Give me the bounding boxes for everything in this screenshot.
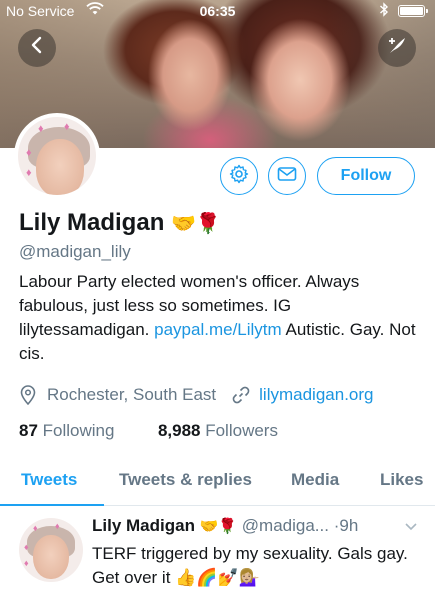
- profile-name-emoji: 🤝🌹: [171, 213, 221, 235]
- gem-icon: ♦: [33, 523, 38, 533]
- tab-media[interactable]: Media: [291, 470, 339, 490]
- bio-link[interactable]: paypal.me/Lilytm: [154, 320, 282, 339]
- profile-name: Lily Madigan 🤝🌹: [19, 209, 221, 237]
- gem-icon: ♦: [26, 167, 32, 179]
- location-text: Rochester, South East: [47, 385, 217, 404]
- following-label: Following: [42, 421, 115, 440]
- status-time: 06:35: [199, 3, 236, 19]
- mail-icon: [277, 166, 297, 187]
- tweet-author-emoji: 🤝🌹: [199, 518, 238, 535]
- tweet-text-emoji: 👍🌈💅💁🏼‍♀️: [175, 568, 260, 587]
- follow-stats: 87 Following 8,988 Followers: [19, 421, 278, 441]
- gem-icon: ♦: [55, 521, 60, 531]
- gem-icon: ♦: [38, 123, 44, 135]
- tweet-avatar[interactable]: ♦ ♦ ♦ ♦: [19, 518, 83, 582]
- following-count: 87: [19, 421, 38, 440]
- profile-handle: @madigan_lily: [19, 242, 131, 261]
- location-pin-icon: [19, 385, 39, 405]
- back-button[interactable]: [18, 29, 56, 67]
- gem-icon: ♦: [26, 147, 32, 159]
- link-icon: [232, 386, 252, 404]
- tweet-text: TERF triggered by my sexuality. Gals gay…: [92, 542, 422, 590]
- gear-icon: [229, 164, 249, 189]
- battery-icon: [398, 5, 428, 17]
- profile-bio: Labour Party elected women's officer. Al…: [19, 270, 419, 366]
- tweet-author-handle[interactable]: @madiga...: [242, 516, 329, 535]
- followers-link[interactable]: 8,988 Followers: [158, 421, 278, 440]
- compose-tweet-button[interactable]: [378, 29, 416, 67]
- settings-button[interactable]: [220, 157, 258, 195]
- profile-meta: Rochester, South East lilymadigan.org: [19, 385, 374, 405]
- gem-icon: ♦: [64, 121, 70, 133]
- website-link[interactable]: lilymadigan.org: [259, 385, 373, 405]
- avatar-face: [33, 535, 69, 579]
- message-button[interactable]: [268, 157, 306, 195]
- following-link[interactable]: 87 Following: [19, 421, 119, 440]
- followers-count: 8,988: [157, 421, 201, 440]
- tweet-time[interactable]: 9h: [339, 516, 358, 535]
- tab-likes[interactable]: Likes: [380, 470, 423, 490]
- tweet-author-name[interactable]: Lily Madigan: [92, 516, 195, 535]
- gem-icon: ♦: [24, 558, 29, 568]
- bluetooth-icon: [379, 2, 389, 20]
- chevron-down-icon[interactable]: [404, 519, 418, 535]
- profile-name-text: Lily Madigan: [19, 209, 165, 236]
- followers-label: Followers: [205, 421, 278, 440]
- active-tab-indicator: [0, 504, 104, 506]
- profile-tabs: Tweets Tweets & replies Media Likes: [0, 458, 435, 506]
- status-bar: No Service 06:35: [0, 0, 435, 22]
- back-icon: [30, 36, 44, 60]
- tweet-header: Lily Madigan 🤝🌹 @madiga... ·9h: [92, 516, 422, 536]
- follow-button[interactable]: Follow: [317, 157, 415, 195]
- tab-tweets[interactable]: Tweets: [21, 470, 77, 490]
- compose-tweet-icon: [386, 35, 408, 62]
- gem-icon: ♦: [24, 542, 29, 552]
- profile-avatar[interactable]: ♦ ♦ ♦ ♦: [14, 113, 100, 199]
- tab-tweets-replies[interactable]: Tweets & replies: [119, 470, 252, 490]
- avatar-face: [36, 139, 84, 195]
